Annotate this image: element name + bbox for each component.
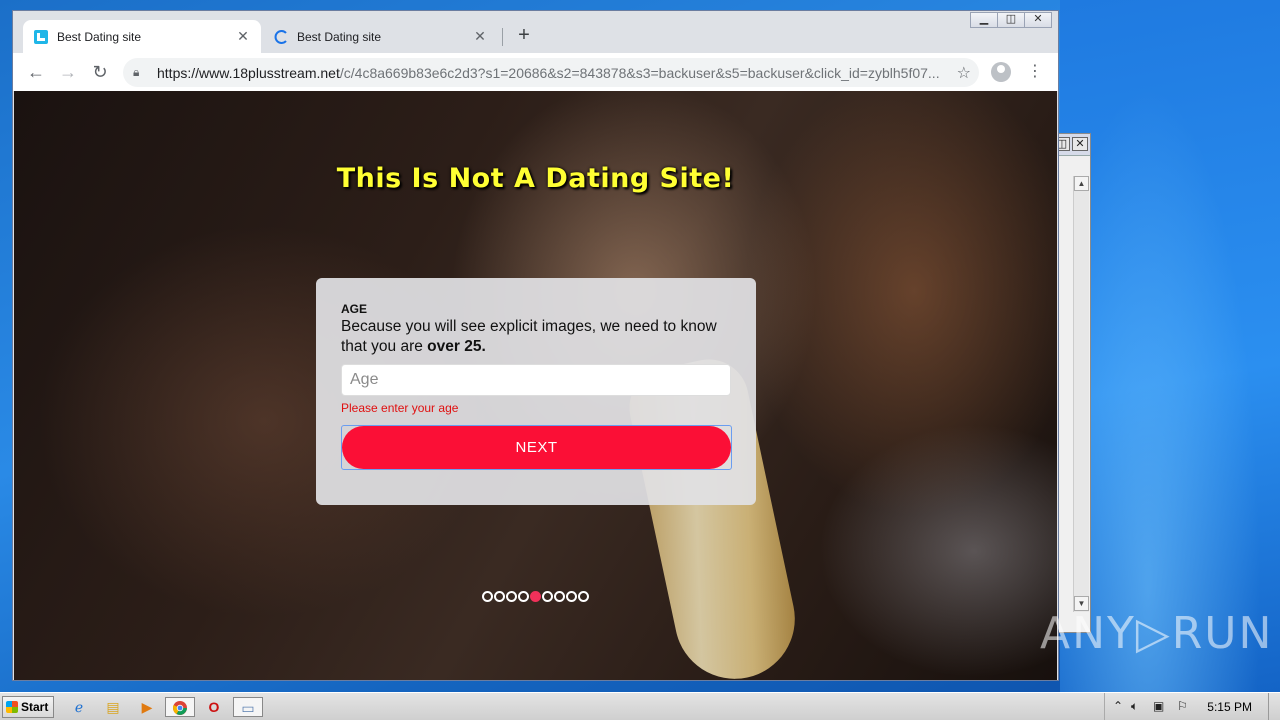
scroll-up-icon[interactable]: ▲: [1074, 176, 1089, 191]
progress-dot: [518, 591, 529, 602]
url-host: https://www.18plusstream.net: [157, 64, 340, 81]
tab-separator: [502, 28, 503, 46]
browser-window: ▁ ◫ ✕ Best Dating site ✕ Best Dating sit…: [12, 10, 1059, 681]
step-progress-dots: [482, 591, 589, 602]
file-explorer-icon[interactable]: ▤: [102, 697, 124, 717]
progress-dot: [578, 591, 589, 602]
tab-title: Best Dating site: [297, 29, 382, 44]
progress-dot: [542, 591, 553, 602]
bookmark-star-icon[interactable]: ☆: [957, 63, 971, 83]
tab-title: Best Dating site: [57, 29, 142, 44]
tab-close-icon[interactable]: ✕: [235, 28, 251, 45]
chrome-taskbar-icon[interactable]: [165, 697, 195, 717]
anyrun-watermark: ANY▷RUN: [1040, 608, 1274, 659]
start-button[interactable]: Start: [2, 696, 54, 718]
site-logo-icon: [34, 29, 48, 44]
background-window-titlebar[interactable]: ◫ ✕: [1054, 134, 1090, 156]
minimize-icon[interactable]: ▁: [970, 12, 998, 28]
menu-kebab-icon[interactable]: ⋮: [1027, 61, 1043, 83]
age-requirement: over 25.: [427, 338, 486, 355]
address-bar[interactable]: 🔒︎ https://www.18plusstream.net/c/4c8a66…: [123, 58, 979, 87]
age-label: AGE: [341, 302, 368, 316]
browser-toolbar: ← → ↻ 🔒︎ https://www.18plusstream.net/c/…: [13, 53, 1058, 91]
forward-icon[interactable]: →: [57, 61, 79, 83]
next-button-focus-ring: NEXT: [341, 425, 732, 470]
network-icon[interactable]: ▣: [1153, 699, 1164, 713]
loading-spinner-icon: [274, 29, 287, 44]
age-error-message: Please enter your age: [341, 401, 459, 415]
scrollbar[interactable]: ▲ ▼: [1073, 176, 1089, 612]
internet-explorer-icon[interactable]: ℯ: [68, 697, 90, 717]
next-button[interactable]: NEXT: [342, 426, 731, 469]
page-headline: This Is Not A Dating Site!: [336, 163, 735, 194]
start-label: Start: [21, 700, 49, 714]
volume-icon[interactable]: 🔈︎: [1131, 699, 1138, 714]
close-window-icon[interactable]: ✕: [1024, 12, 1052, 28]
reload-icon[interactable]: ↻: [89, 61, 111, 83]
age-description-text: Because you will see explicit images, we…: [341, 318, 717, 355]
windows-logo-icon: [6, 701, 18, 713]
chrome-icon: [173, 701, 187, 715]
progress-dot: [482, 591, 493, 602]
progress-dot: [554, 591, 565, 602]
progress-dot: [506, 591, 517, 602]
progress-dot: [530, 591, 541, 602]
tray-expand-icon[interactable]: ⌃: [1113, 699, 1123, 713]
progress-dot: [566, 591, 577, 602]
background-window[interactable]: ◫ ✕ ▲ ▼: [1054, 133, 1091, 633]
desktop-background: [1060, 0, 1280, 692]
taskbar: Start ℯ ▤ ▶ O ▭ ⌃ 🔈︎ ▣ ⚐ 5:15 PM: [0, 692, 1280, 720]
profile-avatar-icon[interactable]: [991, 62, 1011, 82]
back-icon[interactable]: ←: [25, 61, 47, 83]
lock-icon: 🔒︎: [133, 65, 140, 79]
url-path: /c/4c8a669b83e6c2d3?s1=20686&s2=843878&s…: [339, 64, 940, 81]
close-icon[interactable]: ✕: [1072, 137, 1088, 151]
action-center-flag-icon[interactable]: ⚐: [1177, 699, 1188, 713]
maximize-icon[interactable]: ◫: [997, 12, 1025, 28]
taskbar-clock[interactable]: 5:15 PM: [1207, 700, 1252, 714]
window-controls: ▁ ◫ ✕: [970, 12, 1052, 28]
show-desktop-button[interactable]: [1268, 693, 1280, 720]
progress-dot: [494, 591, 505, 602]
notepad-taskbar-icon[interactable]: ▭: [233, 697, 263, 717]
age-description: Because you will see explicit images, we…: [341, 317, 731, 357]
media-player-icon[interactable]: ▶: [136, 697, 158, 717]
new-tab-icon[interactable]: +: [513, 25, 535, 47]
age-input[interactable]: [341, 364, 731, 396]
page-viewport: This Is Not A Dating Site! AGE Because y…: [14, 91, 1057, 680]
tab-best-dating-site-loading[interactable]: Best Dating site ✕: [263, 20, 498, 53]
tab-best-dating-site-active[interactable]: Best Dating site ✕: [23, 20, 261, 53]
age-form-card: AGE Because you will see explicit images…: [316, 278, 756, 505]
opera-icon[interactable]: O: [203, 697, 225, 717]
tab-close-icon[interactable]: ✕: [472, 28, 488, 45]
